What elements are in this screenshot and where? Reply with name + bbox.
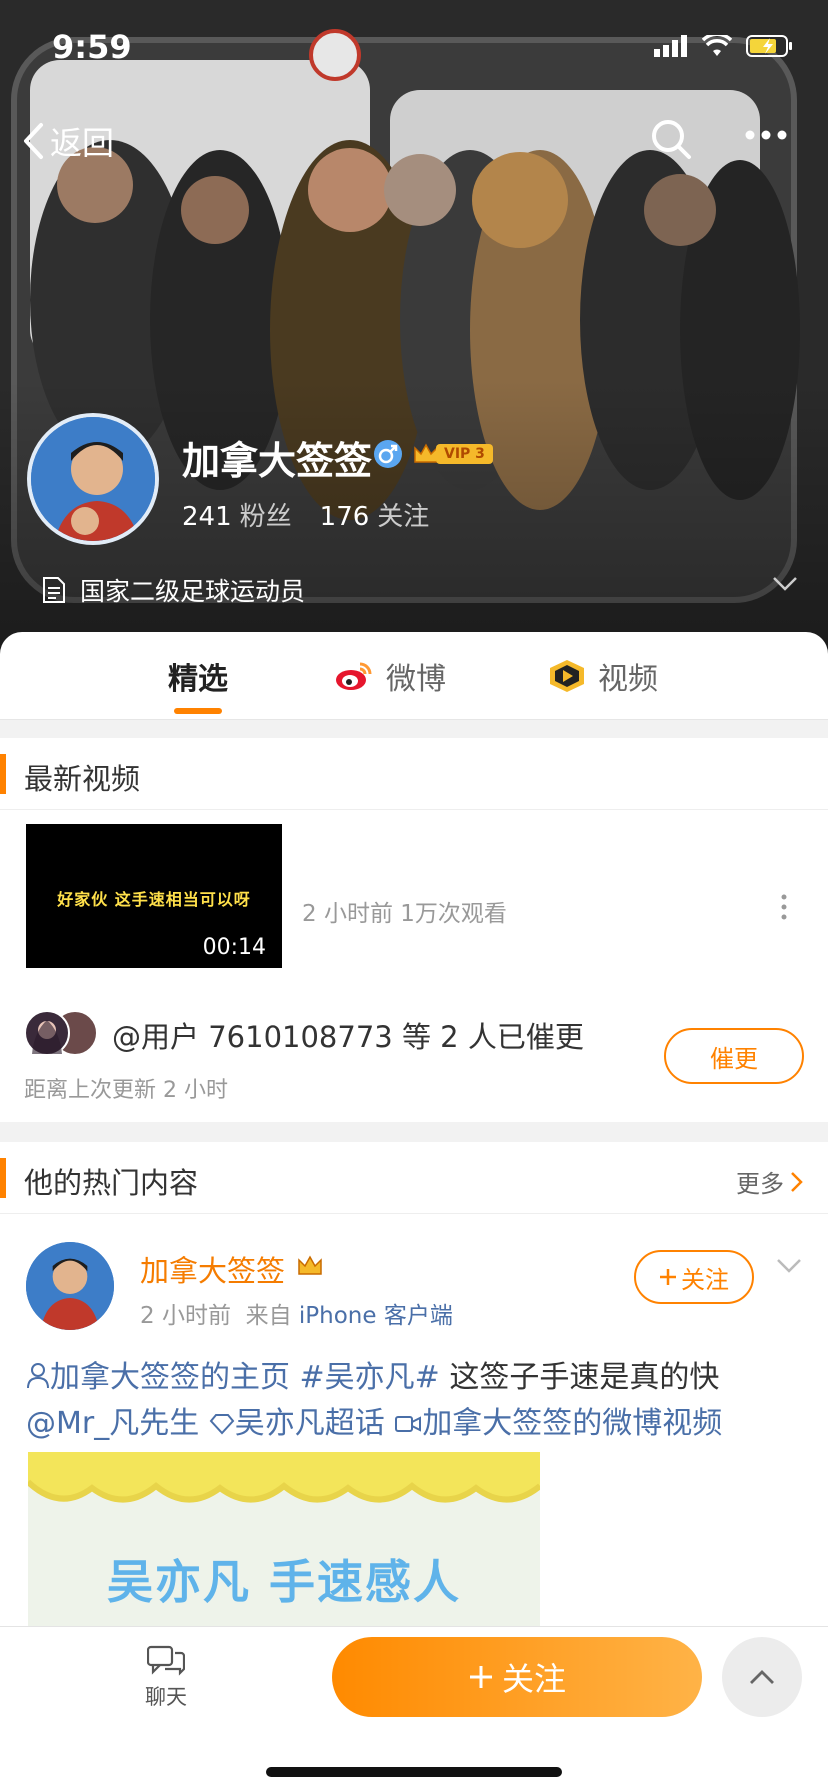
section-header: 最新视频 bbox=[0, 738, 828, 810]
profile-name: 加拿大签签 bbox=[182, 439, 373, 483]
post-author-avatar[interactable] bbox=[26, 1242, 114, 1330]
post-from: 来自 bbox=[245, 1303, 292, 1329]
post-author-name[interactable]: 加拿大签签 bbox=[140, 1248, 285, 1290]
bio-text: 国家二级足球运动员 bbox=[80, 577, 306, 606]
video-play-icon bbox=[550, 660, 584, 692]
back-label: 返回 bbox=[50, 124, 115, 162]
home-indicator bbox=[266, 1767, 562, 1777]
post-text-line-2: @Mr_凡先生 吴亦凡超话 加拿大签签的微博视频 bbox=[26, 1398, 722, 1442]
hot-content-section: 他的热门内容 更多 加拿大签签 2 小时前 来自 iPhone 客户端 关注 加… bbox=[0, 1142, 828, 1652]
vip-badge[interactable]: VIP 3 bbox=[412, 440, 493, 468]
profile-header: 9:59 返回 加拿大签签 VIP 3 241 粉丝 176 关注 国家二级足球… bbox=[0, 0, 828, 660]
tab-featured[interactable]: 精选 bbox=[168, 654, 228, 698]
user-icon bbox=[27, 1363, 49, 1389]
chevron-down-icon bbox=[777, 1259, 801, 1273]
profile-avatar[interactable] bbox=[27, 413, 159, 545]
bio-row: 国家二级足球运动员 bbox=[42, 572, 305, 608]
last-update-text: 距离上次更新 2 小时 bbox=[24, 1078, 228, 1103]
video-camera-icon bbox=[395, 1416, 422, 1432]
urge-button[interactable]: 催更 bbox=[664, 1028, 804, 1084]
post-image[interactable]: 吴亦凡 手速感人 bbox=[28, 1452, 540, 1652]
chat-label: 聊天 bbox=[145, 1685, 187, 1709]
tab-label: 精选 bbox=[168, 662, 228, 697]
post-text: 这签子手速是真的快 bbox=[449, 1360, 720, 1395]
profile-link[interactable]: 加拿大签签的主页 bbox=[26, 1360, 290, 1395]
avatar bbox=[24, 1010, 70, 1056]
urge-avatars bbox=[24, 1010, 104, 1056]
section-title: 最新视频 bbox=[24, 762, 141, 796]
followers-label: 粉丝 bbox=[239, 502, 292, 532]
back-button[interactable]: 返回 bbox=[22, 118, 114, 164]
video-more-button[interactable] bbox=[780, 894, 788, 924]
weibo-icon bbox=[336, 662, 372, 690]
tab-label: 微博 bbox=[386, 662, 446, 697]
more-label: 更多 bbox=[736, 1170, 784, 1198]
search-icon bbox=[652, 120, 691, 159]
post-text-line-1: 加拿大签签的主页 #吴亦凡# 这签子手速是真的快 bbox=[26, 1352, 719, 1396]
tab-active-indicator bbox=[174, 708, 222, 714]
super-topic-link[interactable]: 吴亦凡超话 bbox=[209, 1406, 385, 1441]
follow-label: 关注 bbox=[501, 1660, 566, 1698]
chevron-up-icon bbox=[750, 1670, 774, 1684]
latest-videos-section: 最新视频 好家伙 这手速相当可以呀 00:14 2 小时前 1万次观看 @用户 … bbox=[0, 738, 828, 1122]
more-dots-icon bbox=[745, 130, 787, 140]
video-thumbnail[interactable]: 好家伙 这手速相当可以呀 00:14 bbox=[26, 824, 282, 968]
signal-icon bbox=[654, 35, 687, 57]
chevron-right-icon bbox=[791, 1171, 803, 1192]
following-label: 关注 bbox=[377, 502, 430, 532]
wifi-icon bbox=[702, 35, 732, 56]
follow-label: 关注 bbox=[681, 1265, 729, 1294]
tab-bar: 精选 微博 视频 bbox=[0, 632, 828, 720]
video-link[interactable]: 加拿大签签的微博视频 bbox=[394, 1406, 722, 1441]
more-link[interactable]: 更多 bbox=[736, 1164, 804, 1199]
post-time: 2 小时前 bbox=[140, 1303, 231, 1329]
crown-icon bbox=[296, 1252, 324, 1282]
chat-icon bbox=[147, 1645, 185, 1676]
chevron-down-icon bbox=[773, 577, 797, 591]
tab-weibo[interactable]: 微博 bbox=[334, 654, 446, 698]
following-count: 176 bbox=[319, 502, 370, 532]
document-icon bbox=[43, 577, 65, 603]
followers-stat[interactable]: 241 粉丝 bbox=[182, 496, 292, 533]
post-follow-button[interactable]: 关注 bbox=[634, 1250, 754, 1304]
post-menu-button[interactable] bbox=[776, 1258, 802, 1278]
vertical-dots-icon bbox=[781, 894, 787, 920]
male-icon bbox=[374, 440, 402, 468]
follow-button[interactable]: 关注 bbox=[332, 1637, 702, 1717]
battery-icon bbox=[746, 35, 792, 57]
urge-text: @用户 7610108773 等 2 人已催更 bbox=[112, 1020, 584, 1054]
video-duration: 00:14 bbox=[202, 935, 266, 960]
plus-icon bbox=[469, 1666, 492, 1688]
chat-button[interactable]: 聊天 bbox=[126, 1645, 206, 1711]
bio-expand-button[interactable] bbox=[772, 576, 798, 596]
following-stat[interactable]: 176 关注 bbox=[320, 496, 430, 533]
video-meta: 2 小时前 1万次观看 bbox=[302, 901, 507, 927]
video-caption: 好家伙 这手速相当可以呀 bbox=[57, 890, 251, 909]
mention-link[interactable]: @Mr_凡先生 bbox=[26, 1406, 199, 1441]
diamond-icon bbox=[209, 1414, 235, 1435]
post-meta: 2 小时前 来自 iPhone 客户端 bbox=[140, 1296, 453, 1330]
scroll-to-top-button[interactable] bbox=[722, 1637, 802, 1717]
profile-page: 9:59 返回 加拿大签签 VIP 3 241 粉丝 176 关注 国家二级足球… bbox=[0, 0, 828, 1792]
section-title: 他的热门内容 bbox=[24, 1166, 199, 1200]
plus-icon bbox=[660, 1269, 676, 1285]
topic-link[interactable]: #吴亦凡# bbox=[300, 1360, 440, 1395]
status-icons bbox=[654, 34, 794, 58]
status-time: 9:59 bbox=[52, 28, 132, 66]
tab-video[interactable]: 视频 bbox=[548, 654, 658, 698]
vip-level: VIP 3 bbox=[436, 444, 493, 464]
profile-stats: 241 粉丝 176 关注 bbox=[182, 496, 429, 533]
bottom-action-bar: 聊天 关注 bbox=[0, 1626, 828, 1792]
post-image-text: 吴亦凡 手速感人 bbox=[106, 1555, 461, 1609]
tab-label: 视频 bbox=[598, 662, 658, 697]
section-header: 他的热门内容 更多 bbox=[0, 1142, 828, 1214]
post-source[interactable]: iPhone 客户端 bbox=[299, 1303, 453, 1329]
chevron-left-icon bbox=[24, 123, 43, 159]
followers-count: 241 bbox=[182, 502, 232, 532]
search-button[interactable] bbox=[650, 118, 692, 164]
more-button[interactable] bbox=[744, 126, 788, 145]
